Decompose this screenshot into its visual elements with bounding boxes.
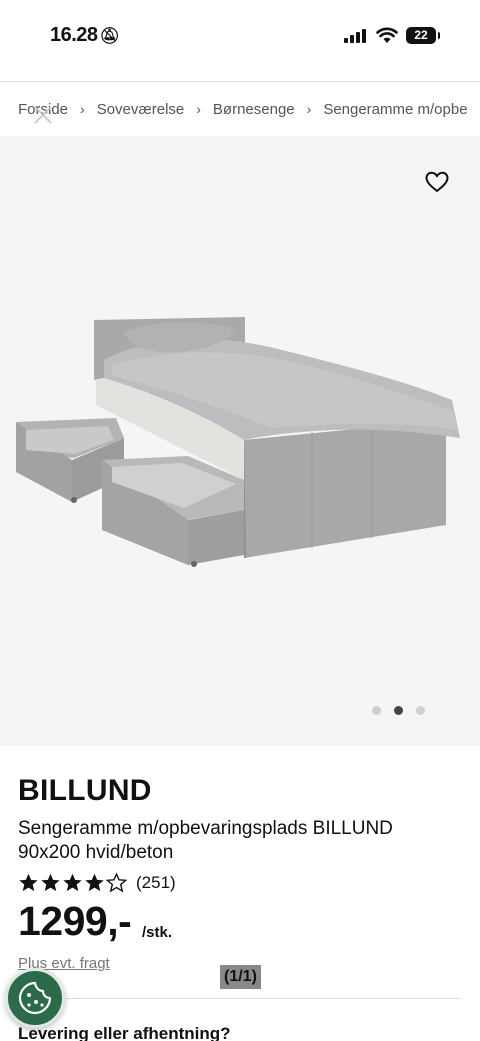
carousel-dot[interactable]	[372, 706, 381, 715]
status-time-text: 16.28	[50, 24, 98, 46]
breadcrumb: Forside › Soveværelse › Børnesenge › Sen…	[18, 98, 480, 120]
product-rating[interactable]: (251)	[18, 872, 176, 893]
rating-count: (251)	[136, 872, 176, 892]
header-divider	[0, 81, 480, 82]
mute-bell-icon: 🔕︎	[99, 28, 120, 45]
breadcrumb-item-current[interactable]: Sengeramme m/opbe	[323, 101, 467, 118]
star-filled-icon	[19, 873, 38, 892]
cookie-icon	[18, 981, 52, 1015]
status-bar: 16.28 🔕︎ 22	[0, 0, 480, 80]
wifi-icon	[376, 27, 398, 43]
section-divider	[18, 998, 462, 999]
breadcrumb-item-sovevaerelse[interactable]: Soveværelse	[97, 101, 185, 118]
heart-icon[interactable]	[424, 170, 450, 194]
carousel-dot-active[interactable]	[394, 706, 403, 715]
close-icon[interactable]	[32, 104, 54, 126]
product-brand: BILLUND	[18, 774, 152, 807]
breadcrumb-separator: ›	[80, 101, 85, 117]
product-description: Sengeramme m/opbevaringsplads BILLUND 90…	[18, 818, 393, 863]
status-time: 16.28 🔕︎	[50, 24, 120, 47]
star-filled-icon	[63, 873, 82, 892]
cookie-settings-button[interactable]	[5, 968, 65, 1028]
breadcrumb-item-bornesenge[interactable]: Børnesenge	[213, 101, 295, 118]
star-empty-icon	[106, 872, 127, 893]
carousel-dots[interactable]	[372, 706, 425, 715]
star-filled-icon	[85, 873, 104, 892]
bed-product-image	[16, 317, 460, 567]
battery-indicator: 22	[406, 27, 440, 44]
breadcrumb-separator: ›	[196, 101, 201, 117]
price-unit: /stk.	[142, 924, 173, 941]
carousel-dot[interactable]	[416, 706, 425, 715]
page-indicator: (1/1)	[220, 965, 261, 989]
cellular-signal-icon	[344, 29, 368, 43]
delivery-heading[interactable]: Levering eller afhentning?	[18, 1024, 231, 1041]
star-filled-icon	[41, 873, 60, 892]
breadcrumb-separator: ›	[306, 101, 312, 117]
product-price: 1299,-	[18, 898, 132, 944]
